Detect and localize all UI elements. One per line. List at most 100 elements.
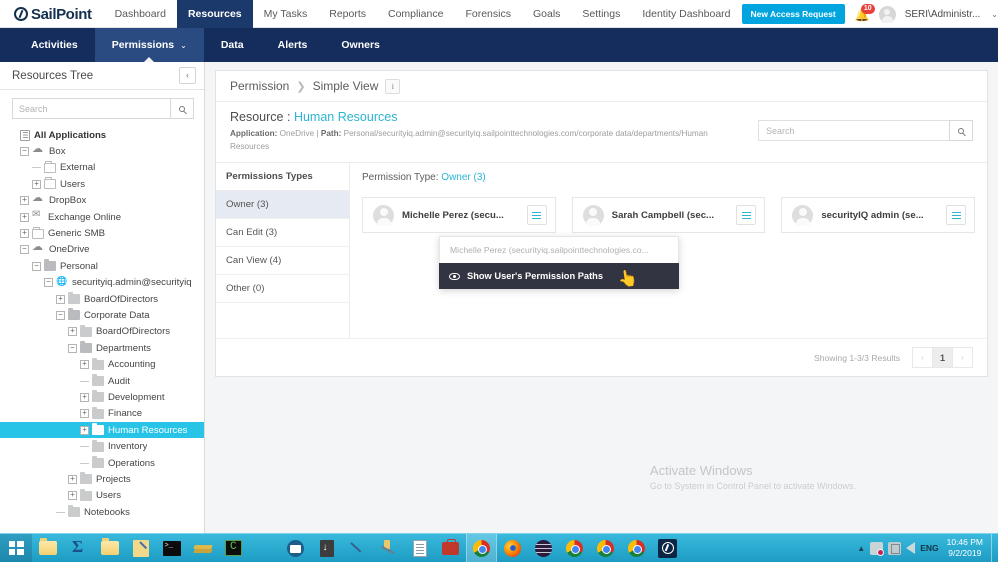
collapse-sidebar-button[interactable]: ‹ — [179, 67, 196, 84]
taskbar-printer-icon[interactable] — [32, 534, 63, 562]
tree-node-external[interactable]: External — [0, 160, 204, 176]
user-permission-card[interactable]: Sarah Campbell (sec... — [571, 197, 766, 234]
user-card-menu-button[interactable] — [946, 205, 967, 226]
tree-search-input[interactable] — [12, 98, 170, 119]
expand-node-icon[interactable]: + — [20, 229, 29, 239]
expand-node-icon[interactable]: + — [80, 392, 89, 402]
tree-node-generic-smb[interactable]: + Generic SMB — [0, 225, 204, 241]
taskbar-chrome-icon[interactable] — [466, 533, 497, 562]
taskbar-chrome-icon[interactable] — [621, 534, 652, 562]
topnav-item-reports[interactable]: Reports — [318, 0, 377, 28]
tree-node-boardofdirectors[interactable]: + BoardOfDirectors — [0, 291, 204, 307]
info-icon[interactable]: i — [385, 78, 401, 94]
breadcrumb-simple-view[interactable]: Simple View — [313, 79, 379, 93]
topnav-item-forensics[interactable]: Forensics — [454, 0, 522, 28]
taskbar-toolbox-icon[interactable] — [435, 534, 466, 562]
tree-node-exchange-online[interactable]: + Exchange Online — [0, 209, 204, 225]
user-permission-card[interactable]: securityIQ admin (se... — [781, 197, 976, 234]
action-center-icon[interactable] — [888, 541, 902, 555]
tree-node-finance[interactable]: + Finance — [0, 406, 204, 422]
tree-node-human-resources[interactable]: + Human Resources — [0, 422, 204, 439]
tree-node-projects[interactable]: + Projects — [0, 471, 204, 487]
chevron-down-icon[interactable]: ⌄ — [991, 10, 998, 19]
taskbar-text-editor-icon[interactable] — [125, 534, 156, 562]
network-icon[interactable] — [870, 541, 885, 556]
collapse-node-icon[interactable]: − — [20, 245, 29, 255]
expand-node-icon[interactable]: + — [32, 179, 41, 189]
permission-search-button[interactable] — [949, 120, 973, 141]
prev-page-button[interactable]: ‹ — [912, 347, 933, 369]
permission-type-can-edit[interactable]: Can Edit (3) — [216, 219, 349, 248]
subnav-item-activities[interactable]: Activities — [14, 28, 95, 62]
tree-node-audit[interactable]: Audit — [0, 373, 204, 389]
expand-node-icon[interactable]: + — [80, 360, 89, 370]
topnav-item-identity-dashboard[interactable]: Identity Dashboard — [631, 0, 741, 28]
language-indicator[interactable]: ENG — [920, 543, 938, 553]
subnav-item-permissions[interactable]: Permissions ⌄ — [94, 28, 204, 63]
user-avatar-icon[interactable] — [878, 5, 896, 23]
taskbar-sigma-icon[interactable] — [63, 534, 94, 562]
taskbar-wrench-icon[interactable] — [373, 534, 404, 562]
page-number-button[interactable]: 1 — [932, 347, 953, 369]
tree-node-development[interactable]: + Development — [0, 389, 204, 405]
new-access-request-button[interactable]: New Access Request — [741, 4, 845, 24]
taskbar-visual-studio-icon[interactable] — [218, 534, 249, 562]
expand-node-icon[interactable]: + — [68, 474, 77, 484]
tree-node-inventory[interactable]: Inventory — [0, 438, 204, 454]
taskbar-sailpoint-icon[interactable] — [652, 534, 683, 562]
expand-node-icon[interactable]: + — [80, 425, 89, 435]
collapse-node-icon[interactable]: − — [68, 343, 77, 353]
user-card-menu-button[interactable] — [526, 205, 547, 226]
topnav-item-compliance[interactable]: Compliance — [377, 0, 454, 28]
subnav-item-alerts[interactable]: Alerts — [261, 28, 325, 62]
collapse-node-icon[interactable]: − — [20, 147, 29, 157]
taskbar-notepad-icon[interactable] — [404, 534, 435, 562]
taskbar-outlook-icon[interactable] — [280, 534, 311, 562]
topnav-item-resources[interactable]: Resources — [176, 0, 253, 28]
taskbar-chrome-icon[interactable] — [590, 534, 621, 562]
taskbar-chrome-icon[interactable] — [559, 534, 590, 562]
topnav-item-dashboard[interactable]: Dashboard — [104, 0, 177, 28]
taskbar-command-prompt-icon[interactable] — [156, 534, 187, 562]
expand-node-icon[interactable]: + — [80, 409, 89, 419]
notifications-bell[interactable]: 🔔 10 — [854, 4, 875, 23]
collapse-node-icon[interactable]: − — [32, 261, 41, 271]
tree-node-users[interactable]: + Users — [0, 488, 204, 504]
breadcrumb-permission[interactable]: Permission — [230, 79, 289, 93]
taskbar-download-icon[interactable] — [311, 534, 342, 562]
user-menu-label[interactable]: SERI\Administr... — [905, 9, 981, 20]
subnav-item-data[interactable]: Data — [204, 28, 261, 62]
topnav-item-settings[interactable]: Settings — [571, 0, 631, 28]
taskbar-books-icon[interactable] — [187, 534, 218, 562]
user-permission-card[interactable]: Michelle Perez (secu... — [362, 197, 556, 234]
brand-logo[interactable]: SailPoint — [0, 0, 104, 28]
taskbar-pen-tool-icon[interactable] — [342, 534, 373, 562]
volume-icon[interactable] — [906, 542, 916, 554]
tree-node-corporate-data[interactable]: − Corporate Data — [0, 307, 204, 323]
tree-node-dropbox[interactable]: + DropBox — [0, 193, 204, 209]
user-card-menu-button[interactable] — [736, 205, 757, 226]
tree-node-departments[interactable]: − Departments — [0, 340, 204, 356]
tree-node-notebooks[interactable]: Notebooks — [0, 504, 204, 520]
tree-node-box[interactable]: − Box — [0, 143, 204, 159]
taskbar-firefox-icon[interactable] — [497, 534, 528, 562]
permission-type-owner[interactable]: Owner (3) — [216, 191, 349, 220]
subnav-item-owners[interactable]: Owners — [324, 28, 397, 62]
permission-type-can-view[interactable]: Can View (4) — [216, 247, 349, 276]
tree-node-operations[interactable]: Operations — [0, 455, 204, 471]
tree-node-securityiq-admin-securityiq[interactable]: − securityiq.admin@securityiq — [0, 275, 204, 291]
tree-node-accounting[interactable]: + Accounting — [0, 356, 204, 372]
expand-node-icon[interactable]: + — [20, 212, 29, 222]
next-page-button[interactable]: › — [952, 347, 973, 369]
collapse-node-icon[interactable]: − — [56, 310, 65, 320]
topnav-item-my-tasks[interactable]: My Tasks — [253, 0, 319, 28]
tree-node-all-applications[interactable]: All Applications — [0, 127, 204, 143]
show-user-permission-paths-item[interactable]: Show User's Permission Paths — [439, 263, 679, 290]
tree-node-users[interactable]: + Users — [0, 176, 204, 192]
permission-type-other[interactable]: Other (0) — [216, 275, 349, 304]
show-desktop-button[interactable] — [991, 533, 998, 562]
start-button[interactable] — [0, 533, 32, 562]
taskbar-tor-browser-icon[interactable] — [528, 534, 559, 562]
topnav-item-goals[interactable]: Goals — [522, 0, 571, 28]
collapse-node-icon[interactable]: − — [44, 278, 53, 288]
